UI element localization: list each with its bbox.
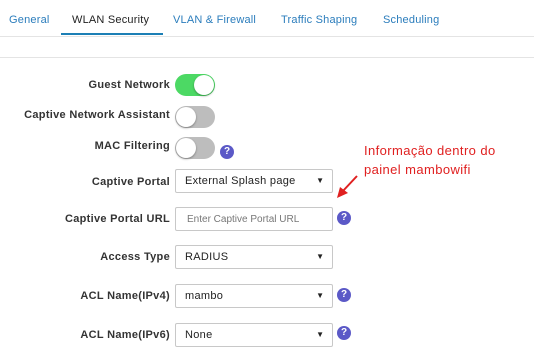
- mac-filtering-help-icon[interactable]: ?: [220, 145, 234, 159]
- annotation-text: Informação dentro do painel mambowifi: [364, 141, 534, 179]
- toggle-knob: [194, 75, 214, 95]
- tab-bar: General WLAN Security VLAN & Firewall Tr…: [0, 0, 534, 37]
- dropdown-caret-icon: ▼: [316, 176, 324, 185]
- captive-network-assistant-toggle[interactable]: [175, 106, 215, 128]
- captive-portal-url-help-icon[interactable]: ?: [337, 211, 351, 225]
- acl-ipv6-label: ACL Name(IPv6): [80, 329, 170, 341]
- tab-vlan-firewall[interactable]: VLAN & Firewall: [173, 14, 256, 26]
- active-tab-indicator: [61, 33, 163, 35]
- toggle-knob: [176, 138, 196, 158]
- acl-ipv4-help-icon[interactable]: ?: [337, 288, 351, 302]
- acl-ipv4-label: ACL Name(IPv4): [80, 290, 170, 302]
- access-type-select[interactable]: RADIUS ▼: [175, 245, 333, 269]
- acl-ipv6-select[interactable]: None ▼: [175, 323, 333, 347]
- tab-traffic-shaping[interactable]: Traffic Shaping: [281, 14, 357, 26]
- mac-filtering-toggle[interactable]: [175, 137, 215, 159]
- captive-portal-value: External Splash page: [185, 175, 296, 187]
- annotation-line-1: Informação dentro do: [364, 143, 496, 158]
- access-type-value: RADIUS: [185, 251, 229, 263]
- dropdown-caret-icon: ▼: [316, 252, 324, 261]
- guest-network-toggle[interactable]: [175, 74, 215, 96]
- acl-ipv4-select[interactable]: mambo ▼: [175, 284, 333, 308]
- annotation-line-2: painel mambowifi: [364, 162, 471, 177]
- captive-portal-select[interactable]: External Splash page ▼: [175, 169, 333, 193]
- mac-filtering-label: MAC Filtering: [94, 140, 170, 152]
- captive-portal-url-input[interactable]: [175, 207, 333, 231]
- acl-ipv4-value: mambo: [185, 290, 224, 302]
- captive-portal-label: Captive Portal: [91, 176, 170, 188]
- content-divider: [0, 57, 534, 58]
- dropdown-caret-icon: ▼: [316, 291, 324, 300]
- acl-ipv6-value: None: [185, 329, 213, 341]
- tab-scheduling[interactable]: Scheduling: [383, 14, 439, 26]
- tab-wlan-security[interactable]: WLAN Security: [72, 14, 149, 26]
- access-type-label: Access Type: [100, 251, 170, 263]
- dropdown-caret-icon: ▼: [316, 330, 324, 339]
- tab-general[interactable]: General: [9, 14, 50, 26]
- captive-portal-url-label: Captive Portal URL: [64, 213, 170, 225]
- guest-network-label: Guest Network: [88, 79, 170, 91]
- acl-ipv6-help-icon[interactable]: ?: [337, 326, 351, 340]
- captive-network-assistant-label: Captive Network Assistant: [24, 109, 170, 121]
- red-arrow-icon: [337, 175, 358, 198]
- toggle-knob: [176, 107, 196, 127]
